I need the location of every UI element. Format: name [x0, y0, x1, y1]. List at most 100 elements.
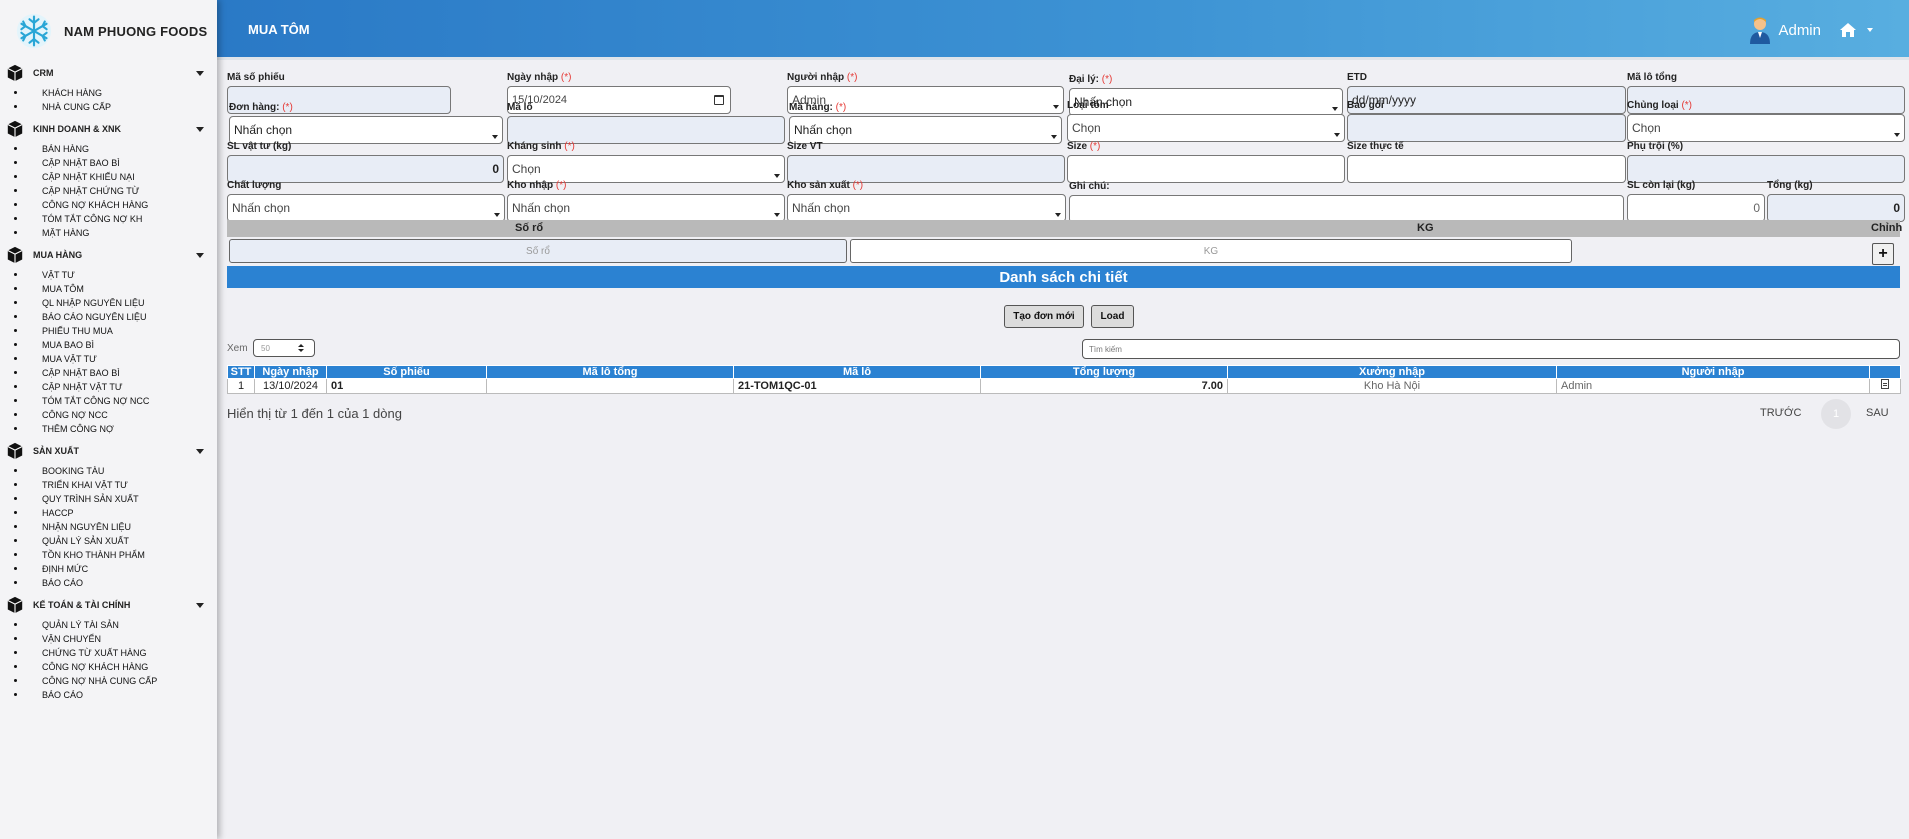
col-tong-luong[interactable]: Tổng lượng	[980, 365, 1228, 379]
sidebar-item[interactable]: MUA BAO BÌ	[0, 338, 217, 352]
field-sl-con-lai: SL còn lại (kg) 0	[1627, 180, 1765, 222]
sidebar-item[interactable]: CẬP NHẬT BAO BÌ	[0, 366, 217, 380]
label-sl-con-lai: SL còn lại (kg)	[1627, 180, 1696, 191]
sidebar-item[interactable]: CÔNG NỢ NHÀ CUNG CẤP	[0, 674, 217, 688]
sidebar-item[interactable]: HACCP	[0, 506, 217, 520]
field-chung-loai: Chủng loại (*) Chọn	[1627, 100, 1905, 142]
chung-loai-select[interactable]: Chọn	[1627, 114, 1905, 142]
document-icon[interactable]	[1881, 379, 1889, 389]
tong-input[interactable]: 0	[1767, 194, 1905, 222]
sidebar-item[interactable]: MUA VẬT TƯ	[0, 352, 217, 366]
prev-page-button[interactable]: TRƯỚC	[1760, 407, 1801, 419]
page-size-select[interactable]: 50	[253, 339, 315, 357]
chat-luong-select[interactable]: Nhấn chọn	[227, 194, 505, 222]
sidebar-item[interactable]: VẬN CHUYỂN	[0, 632, 217, 646]
home-icon[interactable]	[1839, 22, 1857, 38]
sidebar-item[interactable]: TÓM TẮT CÔNG NỢ KH	[0, 212, 217, 226]
loai-tom-select[interactable]: Chọn	[1067, 114, 1345, 142]
sidebar-item[interactable]: KHÁCH HÀNG	[0, 86, 217, 100]
sidebar-item[interactable]: BÁO CÁO NGUYÊN LIỆU	[0, 310, 217, 324]
search-input[interactable]: Tìm kiếm	[1082, 339, 1900, 359]
next-page-button[interactable]: SAU	[1866, 407, 1889, 419]
sidebar-item[interactable]: VẬT TƯ	[0, 268, 217, 282]
size-thuc-te-input[interactable]	[1347, 155, 1626, 183]
sidebar-item[interactable]: CÔNG NỢ NCC	[0, 408, 217, 422]
ma-lo-input[interactable]	[507, 116, 785, 144]
sidebar-item[interactable]: CHỨNG TỪ XUẤT HÀNG	[0, 646, 217, 660]
sidebar: NAM PHUONG FOODS CRM KHÁCH HÀNG NHÀ CUNG…	[0, 0, 217, 839]
sl-con-lai-input[interactable]: 0	[1627, 194, 1765, 222]
khang-sinh-select[interactable]: Chọn	[507, 155, 785, 183]
cell-xuong-nhap: Kho Hà Nội	[1227, 378, 1557, 394]
label-dai-ly: Đại lý:	[1069, 74, 1100, 85]
don-hang-select[interactable]: Nhấn chọn	[229, 116, 503, 144]
kho-nhap-select[interactable]: Nhấn chọn	[507, 194, 785, 222]
sidebar-section-header[interactable]: KẾ TOÁN & TÀI CHÍNH	[0, 594, 217, 616]
sidebar-item[interactable]: CÔNG NỢ KHÁCH HÀNG	[0, 660, 217, 674]
label-khang-sinh: Kháng sinh	[507, 141, 562, 152]
col-stt[interactable]: STT	[227, 365, 255, 379]
user-menu[interactable]: Admin	[1748, 16, 1873, 44]
sidebar-item[interactable]: CẬP NHẬT BAO BÌ	[0, 156, 217, 170]
sidebar-item[interactable]: CẬP NHẬT KHIẾU NẠI	[0, 170, 217, 184]
sidebar-section-header[interactable]: KINH DOANH & XNK	[0, 118, 217, 140]
sidebar-item[interactable]: BÁO CÁO	[0, 688, 217, 702]
sidebar-section-header[interactable]: MUA HÀNG	[0, 244, 217, 266]
sidebar-item[interactable]: MUA TÔM	[0, 282, 217, 296]
col-ma-lo[interactable]: Mã lô	[733, 365, 981, 379]
size-vt-input[interactable]	[787, 155, 1065, 183]
sidebar-item[interactable]: TRIỂN KHAI VẬT TƯ	[0, 478, 217, 492]
page-1-button[interactable]: 1	[1821, 399, 1851, 429]
sidebar-section-header[interactable]: CRM	[0, 62, 217, 84]
sidebar-item[interactable]: NHÀ CUNG CẤP	[0, 100, 217, 114]
phu-troi-input[interactable]	[1627, 155, 1905, 183]
dropdown-caret-icon[interactable]	[1867, 28, 1873, 32]
col-so-phieu[interactable]: Số phiếu	[326, 365, 487, 379]
label-ma-hang: Mã hàng:	[789, 102, 833, 113]
sidebar-item[interactable]: BÁO CÁO	[0, 576, 217, 590]
brand[interactable]: NAM PHUONG FOODS	[0, 0, 217, 62]
col-ngay-nhap[interactable]: Ngày nhập	[254, 365, 327, 379]
sidebar-item[interactable]: QUẢN LÝ TÀI SẢN	[0, 618, 217, 632]
col-xuong-nhap[interactable]: Xưởng nhập	[1227, 365, 1557, 379]
sidebar-item[interactable]: THÊM CÔNG NỢ	[0, 422, 217, 436]
sidebar-item[interactable]: BOOKING TÀU	[0, 464, 217, 478]
sidebar-section-title: MUA HÀNG	[33, 250, 83, 260]
create-new-button[interactable]: Tạo đơn mới	[1004, 305, 1084, 328]
sidebar-item[interactable]: QUY TRÌNH SẢN XUẤT	[0, 492, 217, 506]
sidebar-item[interactable]: CÔNG NỢ KHÁCH HÀNG	[0, 198, 217, 212]
load-button[interactable]: Load	[1091, 305, 1134, 328]
sidebar-item[interactable]: BÁN HÀNG	[0, 142, 217, 156]
sidebar-item[interactable]: TỒN KHO THÀNH PHẨM	[0, 548, 217, 562]
col-nguoi-nhap[interactable]: Người nhập	[1556, 365, 1870, 379]
ghi-chu-input[interactable]	[1069, 195, 1624, 223]
sidebar-item[interactable]: MẶT HÀNG	[0, 226, 217, 240]
sidebar-item[interactable]: CẬP NHẬT CHỨNG TỪ	[0, 184, 217, 198]
size-input[interactable]	[1067, 155, 1345, 183]
col-ma-lo-tong[interactable]: Mã lô tổng	[486, 365, 734, 379]
sidebar-item[interactable]: ĐỊNH MỨC	[0, 562, 217, 576]
caret-down-icon	[196, 127, 204, 132]
sidebar-section-header[interactable]: SẢN XUẤT	[0, 440, 217, 462]
sidebar-item[interactable]: PHIẾU THU MUA	[0, 324, 217, 338]
main-content: Mã số phiếu Ngày nhập (*) 15/10/2024 Ngư…	[217, 60, 1909, 839]
grid-input-row: Số rổ KG	[227, 237, 1900, 266]
label-ma-so-phieu: Mã số phiếu	[227, 72, 285, 83]
sidebar-item[interactable]: QUẢN LÝ SẢN XUẤT	[0, 534, 217, 548]
label-kho-san-xuat: Kho sản xuất	[787, 180, 850, 191]
bao-goi-input[interactable]	[1347, 114, 1626, 142]
table-row[interactable]: 1 13/10/2024 01 21-TOM1QC-01 7.00 Kho Hà…	[227, 378, 1901, 394]
sl-vat-tu-input[interactable]: 0	[227, 155, 504, 183]
sidebar-section-kinh-doanh: KINH DOANH & XNK BÁN HÀNG CẬP NHẬT BAO B…	[0, 118, 217, 244]
kg-input[interactable]: KG	[850, 239, 1572, 263]
sidebar-item[interactable]: TÓM TẮT CÔNG NỢ NCC	[0, 394, 217, 408]
sidebar-item[interactable]: QL NHẬP NGUYÊN LIỆU	[0, 296, 217, 310]
kho-san-xuat-select[interactable]: Nhấn chọn	[787, 194, 1066, 222]
sidebar-item[interactable]: CẬP NHẬT VẬT TƯ	[0, 380, 217, 394]
label-phu-troi: Phụ trội (%)	[1627, 141, 1684, 152]
so-ro-input[interactable]: Số rổ	[229, 239, 847, 263]
sidebar-item[interactable]: NHẬN NGUYÊN LIỆU	[0, 520, 217, 534]
cell-action	[1869, 378, 1901, 394]
ma-hang-select[interactable]: Nhấn chọn	[789, 116, 1062, 144]
add-row-button[interactable]: +	[1872, 243, 1894, 265]
